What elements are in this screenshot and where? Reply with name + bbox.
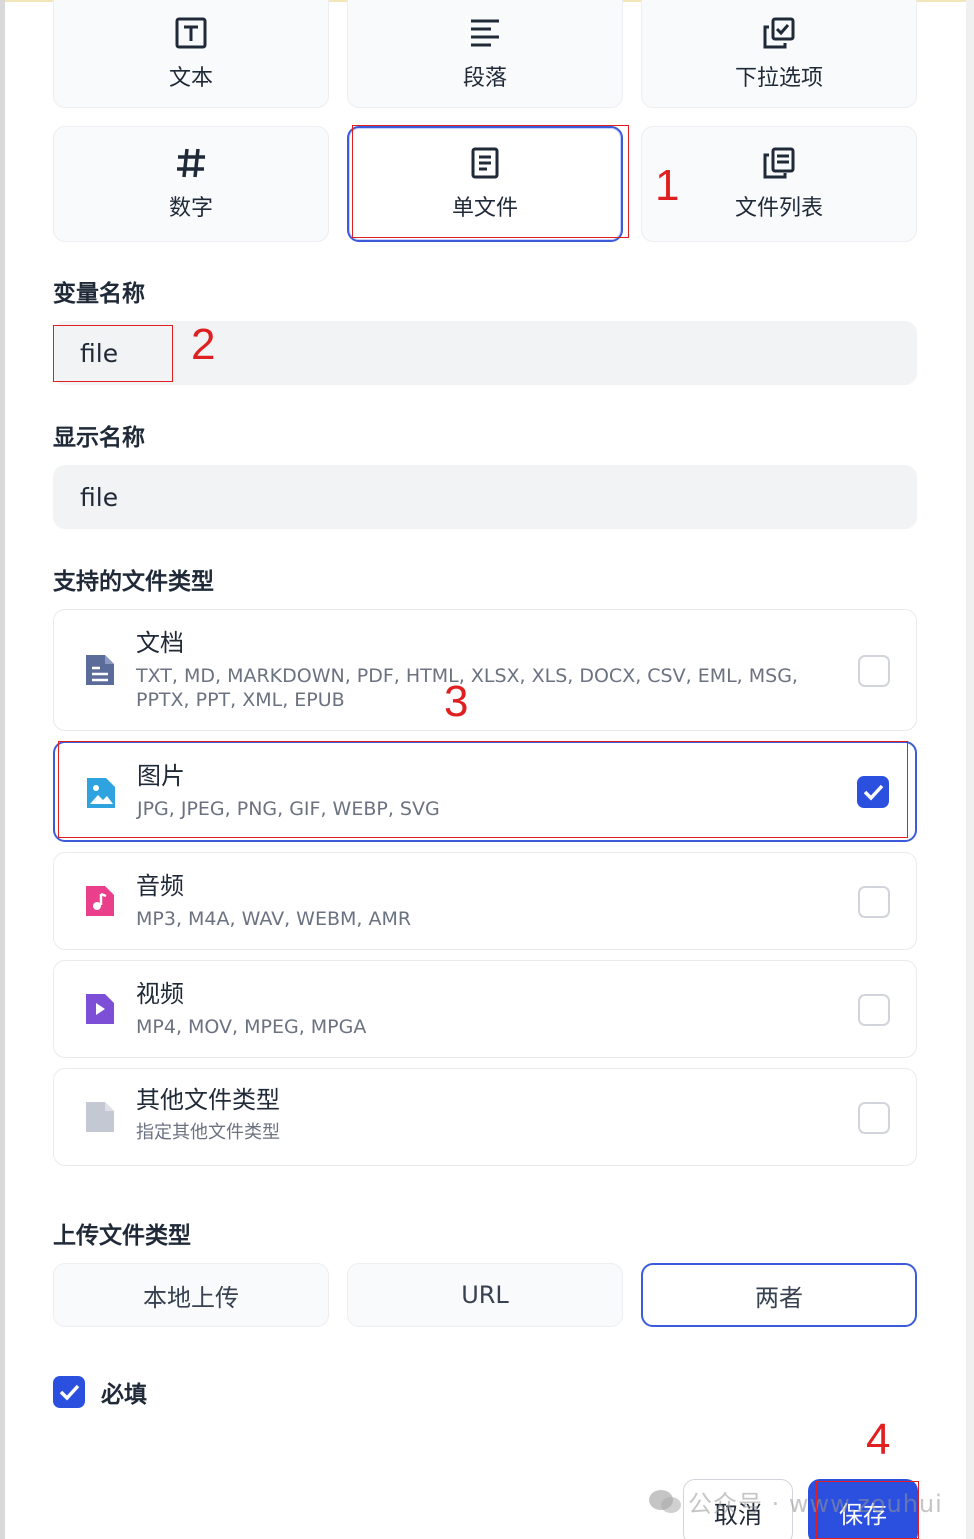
variable-name-label: 变量名称	[53, 281, 145, 307]
wechat-icon	[649, 1489, 681, 1513]
document-icon	[84, 653, 116, 687]
image-icon	[85, 776, 117, 810]
watermark-text: 公众号 · www.zouhui	[688, 1490, 943, 1518]
watermark: 公众号 · www.zouhui	[648, 1484, 943, 1519]
upload-local-button[interactable]: 本地上传	[53, 1263, 329, 1327]
file-type-desc: 指定其他文件类型	[136, 1122, 280, 1143]
file-type-checkbox[interactable]	[858, 994, 890, 1026]
file-type-checkbox[interactable]	[858, 886, 890, 918]
file-type-title: 文档	[136, 629, 184, 657]
file-type-other[interactable]: 其他文件类型 指定其他文件类型	[53, 1068, 917, 1166]
left-backdrop-edge	[0, 0, 5, 1539]
file-type-checkbox[interactable]	[858, 655, 890, 687]
file-type-title: 其他文件类型	[136, 1086, 280, 1114]
field-type-label: 单文件	[451, 196, 518, 221]
video-icon	[84, 992, 116, 1026]
file-type-title: 图片	[137, 762, 185, 790]
file-type-title: 视频	[136, 980, 184, 1008]
right-backdrop-edge	[966, 0, 974, 1539]
file-type-desc: MP4, MOV, MPEG, MPGA	[136, 1016, 367, 1038]
upload-both-button[interactable]: 两者	[641, 1263, 917, 1327]
file-type-video[interactable]: 视频 MP4, MOV, MPEG, MPGA	[53, 960, 917, 1058]
field-type-number[interactable]: 数字	[53, 126, 329, 242]
display-name-input[interactable]: file	[53, 465, 917, 529]
field-type-label: 文本	[168, 66, 213, 91]
annotation-number-2: 2	[191, 320, 216, 369]
upload-url-button[interactable]: URL	[347, 1263, 623, 1327]
field-type-label: 下拉选项	[734, 66, 823, 91]
select-copy-icon	[762, 16, 796, 50]
display-name-value: file	[80, 482, 119, 512]
single-file-icon	[468, 146, 502, 180]
file-type-image[interactable]: 图片 JPG, JPEG, PNG, GIF, WEBP, SVG	[53, 741, 917, 842]
field-type-single-file[interactable]: 单文件	[347, 126, 623, 242]
text-box-icon	[174, 16, 208, 50]
file-type-checkbox[interactable]	[857, 776, 889, 808]
field-type-file-list[interactable]: 文件列表	[641, 126, 917, 242]
field-type-label: 段落	[462, 66, 507, 91]
check-icon	[59, 1384, 80, 1401]
field-type-text[interactable]: 文本	[53, 0, 329, 108]
file-type-audio[interactable]: 音频 MP3, M4A, WAV, WEBM, AMR	[53, 852, 917, 950]
variable-name-value: file	[80, 338, 119, 368]
upload-type-label: 上传文件类型	[53, 1223, 191, 1249]
file-type-document[interactable]: 文档 TXT, MD, MARKDOWN, PDF, HTML, XLSX, X…	[53, 609, 917, 731]
hash-icon	[174, 146, 208, 180]
file-type-checkbox[interactable]	[858, 1102, 890, 1134]
field-type-label: 数字	[168, 196, 213, 221]
check-icon	[863, 784, 884, 801]
file-type-desc: MP3, M4A, WAV, WEBM, AMR	[136, 908, 412, 930]
file-type-title: 音频	[136, 872, 184, 900]
audio-icon	[84, 884, 116, 918]
field-type-paragraph[interactable]: 段落	[347, 0, 623, 108]
annotation-number-1: 1	[655, 161, 680, 210]
file-types-label: 支持的文件类型	[53, 569, 214, 595]
field-type-label: 文件列表	[734, 196, 823, 221]
file-type-desc: JPG, JPEG, PNG, GIF, WEBP, SVG	[137, 798, 440, 820]
required-checkbox[interactable]	[53, 1376, 85, 1408]
file-list-icon	[762, 146, 796, 180]
annotation-number-3: 3	[444, 677, 469, 726]
field-type-select[interactable]: 下拉选项	[641, 0, 917, 108]
annotation-number-4: 4	[866, 1415, 891, 1464]
other-file-icon	[84, 1100, 116, 1134]
required-row: 必填	[53, 1375, 147, 1409]
upload-type-options: 本地上传 URL 两者	[53, 1263, 917, 1327]
required-label: 必填	[101, 1382, 147, 1408]
variable-name-input[interactable]: file	[53, 321, 917, 385]
field-type-grid: 文本 段落 下拉选项 数字 单文件 文件列表	[53, 0, 917, 242]
paragraph-lines-icon	[468, 16, 502, 50]
display-name-label: 显示名称	[53, 425, 145, 451]
